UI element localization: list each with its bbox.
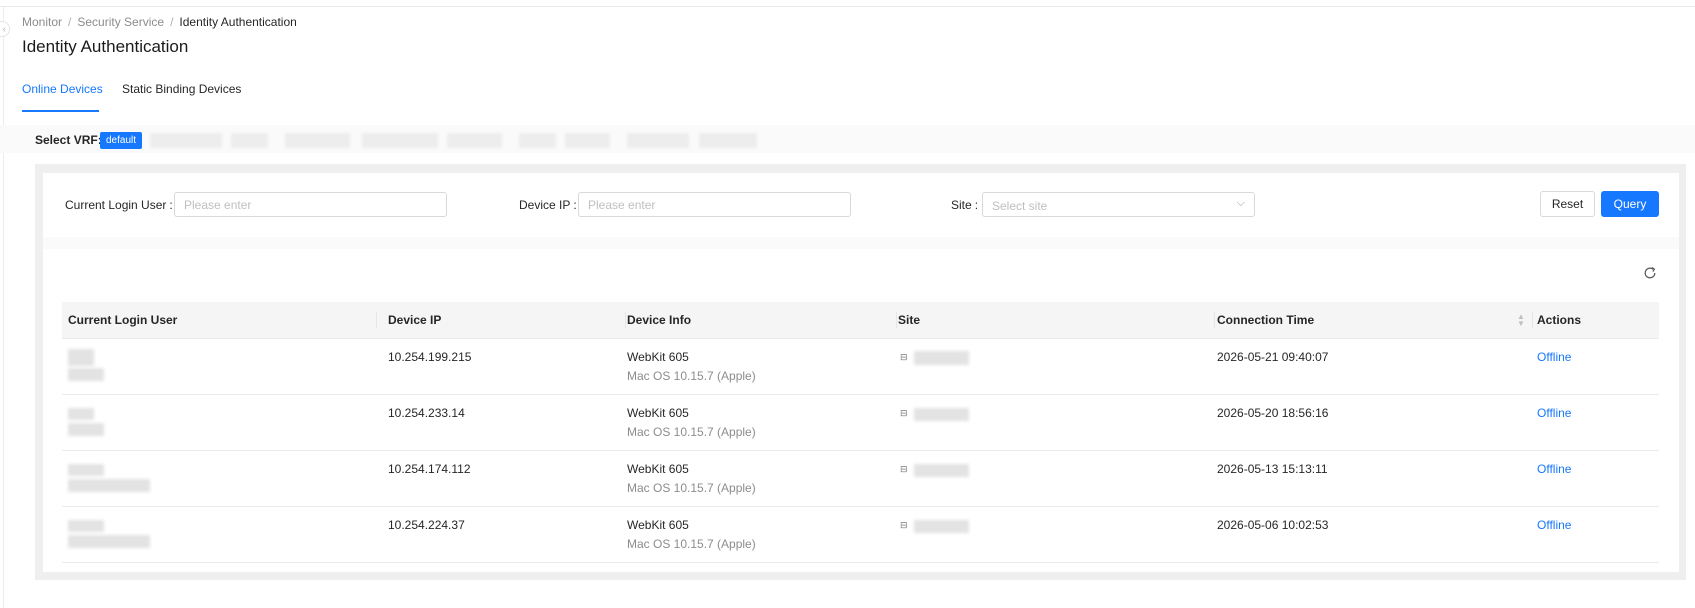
table-header: Current Login User Device IP Device Info… (62, 302, 1659, 339)
device-ip-cell: 10.254.199.215 (388, 350, 472, 364)
top-divider (0, 6, 1695, 7)
redacted-user (68, 520, 104, 532)
device-ip-label: Device IP: (519, 198, 577, 212)
vrf-option-redacted[interactable] (699, 133, 757, 148)
table-row: 10.254.224.37 WebKit 605 Mac OS 10.15.7 (… (62, 507, 1659, 563)
column-divider (896, 312, 897, 328)
device-info-main: WebKit 605 (627, 350, 689, 364)
column-divider (625, 312, 626, 328)
breadcrumb-separator: / (170, 15, 174, 29)
device-info-main: WebKit 605 (627, 518, 689, 532)
site-select-placeholder: Select site (992, 199, 1048, 213)
connection-time-cell: 2026-05-21 09:40:07 (1217, 350, 1329, 364)
offline-action-link[interactable]: Offline (1537, 406, 1571, 420)
connection-time-cell: 2026-05-20 18:56:16 (1217, 406, 1329, 420)
vrf-option-redacted[interactable] (565, 133, 610, 148)
site-label: Site: (951, 198, 979, 212)
redacted-site (914, 464, 969, 477)
device-info-main: WebKit 605 (627, 406, 689, 420)
column-divider (1214, 312, 1215, 328)
vrf-option-default[interactable]: default (100, 132, 143, 149)
online-devices-table: Current Login User Device IP Device Info… (62, 302, 1659, 563)
connection-time-cell: 2026-05-13 15:13:11 (1217, 462, 1328, 476)
sort-icon[interactable]: ▲ ▼ (1517, 313, 1525, 328)
tab-online-devices[interactable]: Online Devices (22, 82, 103, 106)
lock-icon: ⊟ (900, 408, 908, 418)
login-user-input[interactable] (174, 192, 447, 217)
vrf-option-redacted[interactable] (362, 133, 438, 148)
redacted-user (68, 368, 104, 381)
device-info-cell: WebKit 605 Mac OS 10.15.7 (Apple) (627, 462, 756, 495)
chevron-left-icon[interactable]: ‹ (0, 21, 10, 37)
device-info-os: Mac OS 10.15.7 (Apple) (627, 537, 756, 551)
redacted-user (68, 408, 94, 420)
vrf-option-redacted[interactable] (150, 133, 222, 148)
redacted-site (914, 351, 969, 365)
connection-time-cell: 2026-05-06 10:02:53 (1217, 518, 1329, 532)
vrf-option-redacted[interactable] (519, 133, 556, 148)
offline-action-link[interactable]: Offline (1537, 462, 1571, 476)
redacted-user (68, 479, 150, 492)
header-device-info: Device Info (627, 313, 692, 327)
column-divider (1532, 312, 1533, 328)
redacted-user (68, 464, 104, 476)
breadcrumb-security-service[interactable]: Security Service (77, 15, 164, 29)
lock-icon: ⊟ (900, 352, 908, 362)
query-button[interactable]: Query (1601, 191, 1659, 217)
vrf-option-redacted[interactable] (231, 133, 268, 148)
device-ip-cell: 10.254.224.37 (388, 518, 465, 532)
reset-button[interactable]: Reset (1540, 191, 1595, 217)
header-actions: Actions (1537, 313, 1582, 327)
page-title: Identity Authentication (22, 37, 189, 56)
site-select[interactable]: Select site ⌵ (982, 192, 1255, 217)
redacted-site (914, 520, 969, 533)
breadcrumb-monitor[interactable]: Monitor (22, 15, 62, 29)
filter-divider (43, 237, 1679, 249)
device-ip-input[interactable] (578, 192, 851, 217)
vrf-selector-row: Select VRF: default (0, 125, 1695, 153)
device-info-cell: WebKit 605 Mac OS 10.15.7 (Apple) (627, 350, 756, 383)
vrf-option-redacted[interactable] (285, 133, 350, 148)
device-info-main: WebKit 605 (627, 462, 689, 476)
refresh-icon[interactable] (1643, 266, 1657, 280)
header-login-user: Current Login User (68, 313, 178, 327)
redacted-site (914, 408, 969, 421)
breadcrumb-separator: / (68, 15, 72, 29)
tab-static-binding-devices[interactable]: Static Binding Devices (122, 82, 241, 106)
header-connection-time[interactable]: Connection Time (1217, 313, 1314, 327)
vrf-option-redacted[interactable] (447, 133, 502, 148)
table-row: 10.254.174.112 WebKit 605 Mac OS 10.15.7 … (62, 451, 1659, 507)
redacted-user (68, 423, 104, 436)
device-ip-cell: 10.254.233.14 (388, 406, 465, 420)
table-row: 10.254.199.215 WebKit 605 Mac OS 10.15.7 … (62, 339, 1659, 395)
device-ip-cell: 10.254.174.112 (388, 462, 471, 476)
chevron-down-icon: ⌵ (1236, 197, 1245, 209)
device-info-os: Mac OS 10.15.7 (Apple) (627, 481, 756, 495)
breadcrumb-current: Identity Authentication (179, 15, 297, 29)
device-info-os: Mac OS 10.15.7 (Apple) (627, 425, 756, 439)
lock-icon: ⊟ (900, 464, 908, 474)
active-tab-indicator (22, 110, 99, 112)
table-row: 10.254.233.14 WebKit 605 Mac OS 10.15.7 (… (62, 395, 1659, 451)
breadcrumb: Monitor / Security Service / Identity Authen… (22, 15, 297, 29)
header-device-ip: Device IP (388, 313, 442, 327)
redacted-user (68, 349, 94, 366)
device-info-cell: WebKit 605 Mac OS 10.15.7 (Apple) (627, 518, 756, 551)
device-info-os: Mac OS 10.15.7 (Apple) (627, 369, 756, 383)
redacted-user (68, 535, 150, 548)
header-site: Site (898, 313, 921, 327)
offline-action-link[interactable]: Offline (1537, 350, 1571, 364)
sidebar-edge (3, 7, 4, 608)
lock-icon: ⊟ (900, 520, 908, 530)
vrf-label: Select VRF: (35, 133, 102, 147)
column-divider (376, 312, 377, 328)
vrf-option-redacted[interactable] (627, 133, 689, 148)
device-info-cell: WebKit 605 Mac OS 10.15.7 (Apple) (627, 406, 756, 439)
login-user-label: Current Login User: (65, 198, 173, 212)
offline-action-link[interactable]: Offline (1537, 518, 1571, 532)
tab-bar: Online Devices Static Binding Devices (22, 82, 1692, 114)
